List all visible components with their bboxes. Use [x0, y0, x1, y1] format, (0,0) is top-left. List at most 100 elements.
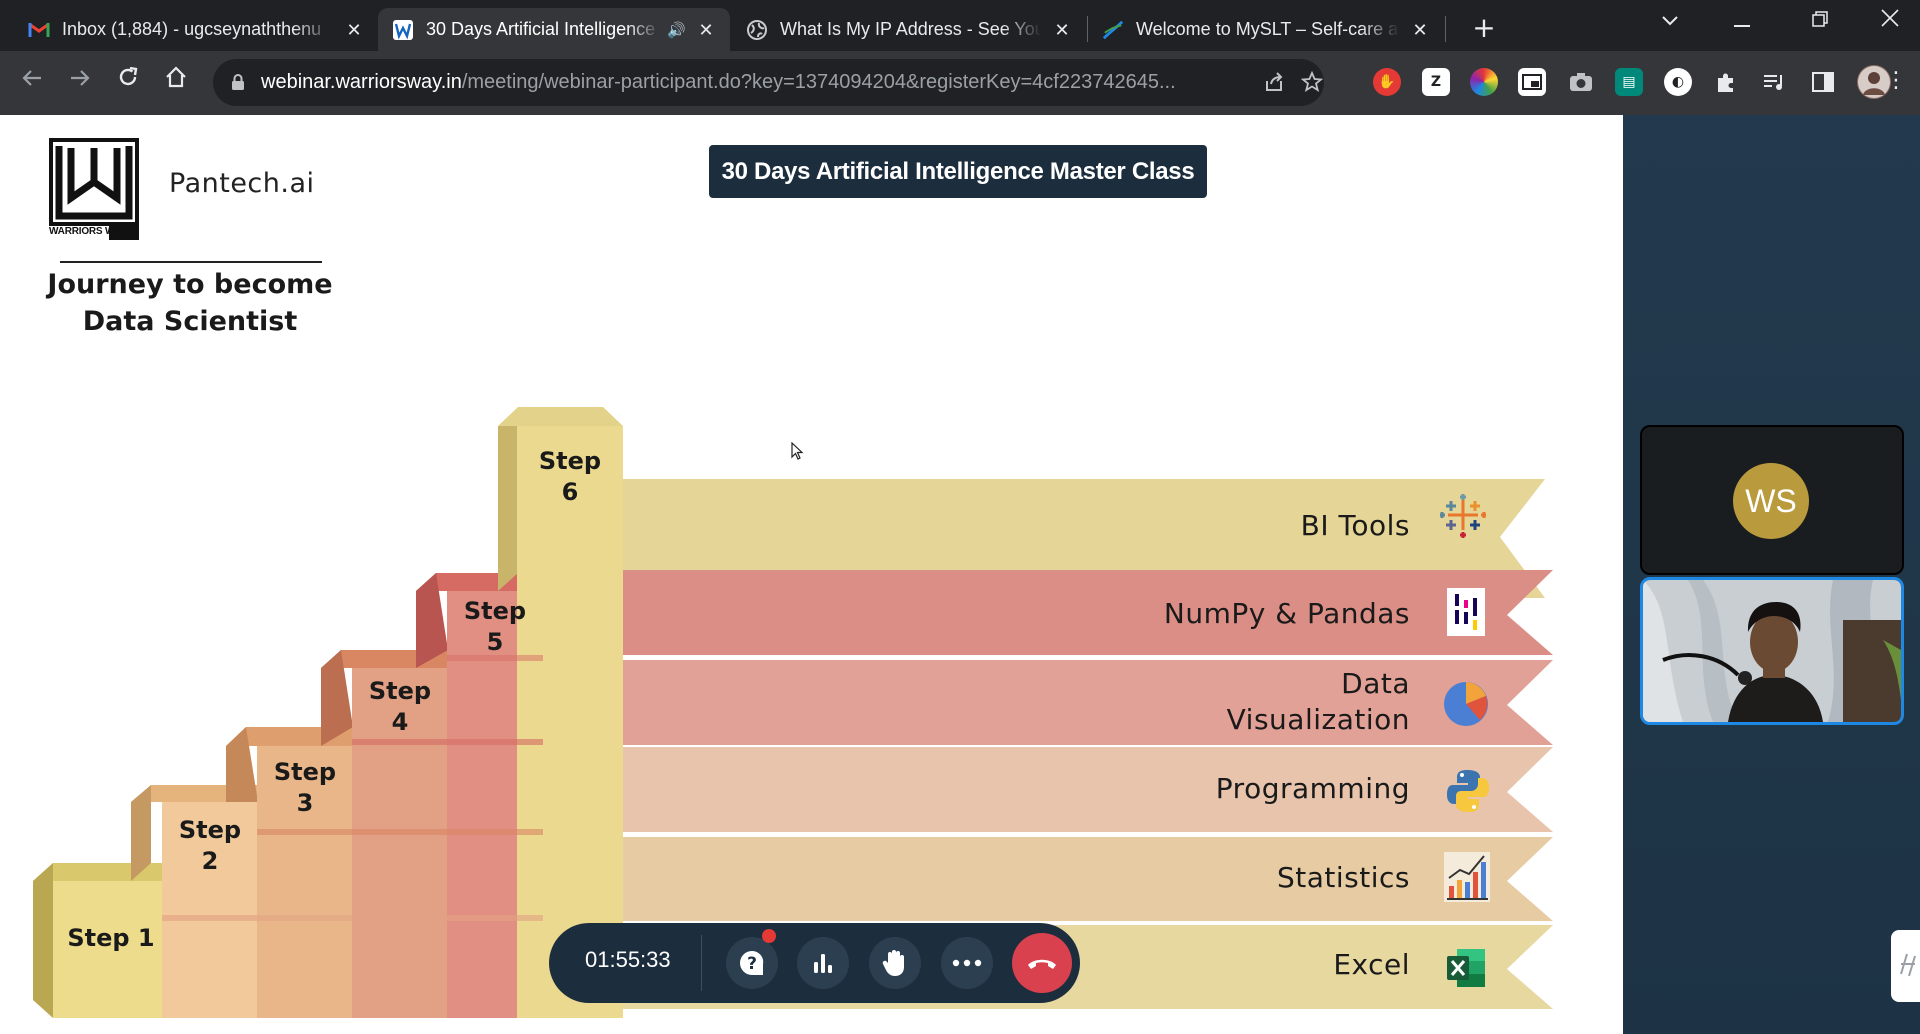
close-icon[interactable]: ✕	[344, 20, 364, 40]
tableau-icon	[1440, 492, 1486, 538]
qa-button[interactable]: ?	[726, 937, 778, 989]
band-label-data-visualization: Data Visualization	[1080, 666, 1410, 738]
close-icon[interactable]: ✕	[696, 20, 716, 40]
tab-separator	[1445, 16, 1446, 42]
side-panel-icon[interactable]	[1809, 68, 1837, 96]
step-4-number: 4	[391, 708, 409, 736]
handle-icon	[1900, 953, 1916, 977]
reload-button[interactable]	[110, 63, 146, 99]
tab-gmail[interactable]: Inbox (1,884) - ugcseynaththenu ✕	[14, 8, 378, 51]
speaker-icon[interactable]: 🔊	[667, 21, 686, 39]
tab-ip-address[interactable]: What Is My IP Address - See You ✕	[732, 8, 1086, 51]
slt-icon	[1102, 19, 1124, 41]
end-call-icon	[1028, 959, 1056, 969]
band-label-bi-tools: BI Tools	[1080, 508, 1410, 544]
step-3-text: Step	[273, 758, 337, 786]
excel-icon	[1445, 947, 1491, 993]
raise-hand-button[interactable]	[869, 937, 921, 989]
tread-line	[257, 829, 543, 835]
screenshot-camera-icon[interactable]	[1567, 68, 1595, 96]
bar-chart-icon	[1444, 852, 1490, 902]
leave-meeting-button[interactable]	[1012, 933, 1072, 993]
restore-button[interactable]	[1790, 4, 1850, 40]
tab-myslt[interactable]: Welcome to MySLT – Self-care a ✕	[1088, 8, 1444, 51]
participant-video-tile[interactable]	[1640, 577, 1904, 725]
step-6-label: Step 6	[517, 446, 623, 508]
step-2-text: Step	[178, 816, 242, 844]
extension-z-icon[interactable]: Z	[1422, 68, 1450, 96]
svg-text:?: ?	[747, 954, 757, 974]
participant-avatar: WS	[1733, 463, 1809, 539]
lock-icon[interactable]	[231, 73, 245, 91]
close-window-button[interactable]	[1860, 4, 1920, 40]
tab-title: What Is My IP Address - See You	[780, 19, 1042, 39]
band-text: Programming	[1215, 772, 1410, 805]
band-text: Data	[1341, 667, 1410, 700]
raise-hand-icon	[882, 950, 904, 976]
forward-button[interactable]	[62, 63, 98, 99]
step-6-side	[498, 426, 518, 591]
poll-icon	[814, 954, 832, 973]
globe-icon	[746, 19, 768, 41]
steps-diagram	[33, 407, 1553, 1018]
browser-toolbar: webinar.warriorsway.in/meeting/webinar-p…	[0, 51, 1920, 115]
pandas-icon	[1447, 588, 1493, 636]
pie-chart-icon	[1442, 680, 1488, 726]
tab-webinar[interactable]: 30 Days Artificial Intelligence 🔊 ✕	[378, 8, 730, 51]
minimize-button[interactable]	[1712, 4, 1772, 40]
band-text: NumPy & Pandas	[1163, 597, 1410, 630]
step-4-label: Step 4	[352, 676, 448, 738]
meeting-timer: 01:55:33	[585, 947, 671, 972]
back-button[interactable]	[14, 63, 50, 99]
adblock-icon[interactable]: ✋	[1373, 68, 1401, 96]
poll-button[interactable]	[797, 937, 849, 989]
extension-teal-icon[interactable]: ▤	[1615, 68, 1643, 96]
url-text[interactable]: webinar.warriorsway.in/meeting/webinar-p…	[261, 71, 1246, 94]
step-3-number: 3	[296, 789, 314, 817]
tab-title: Welcome to MySLT – Self-care a	[1136, 19, 1399, 39]
new-tab-button[interactable]: +	[1467, 12, 1501, 46]
color-picker-icon[interactable]	[1470, 68, 1498, 96]
browser-menu-icon[interactable]: ⋮	[1878, 63, 1914, 99]
step-1-side	[33, 863, 53, 1018]
browser-tab-strip: Inbox (1,884) - ugcseynaththenu ✕ 30 Day…	[0, 0, 1920, 51]
tread-line	[352, 739, 543, 745]
qa-icon: ?	[740, 950, 764, 975]
picture-in-picture-icon[interactable]	[1518, 68, 1546, 96]
close-icon[interactable]: ✕	[1052, 20, 1072, 40]
extensions-puzzle-icon[interactable]	[1712, 68, 1740, 96]
close-icon[interactable]: ✕	[1410, 20, 1430, 40]
side-handle[interactable]	[1891, 930, 1920, 1002]
band-text: Statistics	[1277, 861, 1410, 894]
more-icon	[952, 959, 982, 967]
python-icon	[1445, 768, 1491, 814]
presentation-slide: WARRIORS WAY Pantech.ai Journey to becom…	[0, 115, 1623, 1034]
tab-title: Inbox (1,884) - ugcseynaththenu	[62, 19, 322, 39]
band-label-programming: Programming	[1080, 771, 1410, 807]
share-icon[interactable]	[1262, 71, 1286, 95]
notification-dot	[762, 929, 776, 943]
step-5-text: Step	[463, 597, 527, 625]
url-host: webinar.warriorsway.in	[261, 71, 462, 93]
band-label-excel: Excel	[1080, 947, 1410, 983]
band-text: Excel	[1333, 948, 1410, 981]
url-path: /meeting/webinar-participant.do?key=1374…	[461, 71, 1176, 93]
extension-circle-icon[interactable]: ◐	[1664, 68, 1692, 96]
home-button[interactable]	[158, 63, 194, 99]
presenter-video	[1643, 580, 1901, 722]
step-1-label: Step 1	[56, 923, 166, 954]
band-text: BI Tools	[1300, 509, 1410, 542]
step-2-number: 2	[201, 847, 219, 875]
tab-search-icon[interactable]	[1640, 4, 1700, 40]
more-button[interactable]	[941, 937, 993, 989]
address-bar[interactable]: webinar.warriorsway.in/meeting/webinar-p…	[213, 59, 1324, 106]
tread-line	[162, 915, 543, 921]
mouse-cursor-icon	[791, 442, 804, 460]
step-3-label: Step 3	[257, 757, 353, 819]
step-1-text: Step 1	[67, 924, 155, 952]
step-4-text: Step	[368, 677, 432, 705]
bookmark-star-icon[interactable]	[1300, 70, 1324, 95]
band-label-numpy-pandas: NumPy & Pandas	[1000, 596, 1410, 632]
step-6-top	[498, 407, 623, 426]
media-control-icon[interactable]	[1760, 68, 1788, 96]
